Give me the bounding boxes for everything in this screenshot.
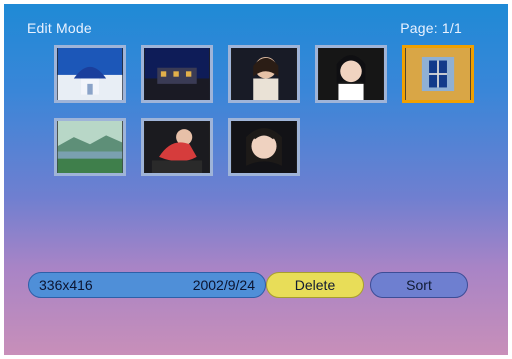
mode-title: Edit Mode xyxy=(27,20,92,36)
photo-woman-1-icon xyxy=(231,48,297,100)
page-indicator: Page: 1/1 xyxy=(400,20,462,36)
photo-blue-dome-icon xyxy=(57,48,123,100)
delete-button[interactable]: Delete xyxy=(266,272,364,298)
thumbnail-grid xyxy=(54,45,474,185)
thumbnail-landscape[interactable] xyxy=(54,118,126,176)
screen: Edit Mode Page: 1/1 336x416 2002/9/24 De… xyxy=(4,4,508,355)
photo-night-house-icon xyxy=(144,48,210,100)
image-resolution: 336x416 xyxy=(39,277,93,293)
sort-button[interactable]: Sort xyxy=(370,272,468,298)
thumbnail-window[interactable] xyxy=(402,45,474,103)
thumbnail-woman-2[interactable] xyxy=(315,45,387,103)
photo-woman-3-icon xyxy=(144,121,210,173)
photo-woman-4-icon xyxy=(231,121,297,173)
photo-window-icon xyxy=(405,48,471,100)
thumbnail-woman-1[interactable] xyxy=(228,45,300,103)
image-info-bar: 336x416 2002/9/24 xyxy=(28,272,266,298)
photo-landscape-icon xyxy=(57,121,123,173)
image-date: 2002/9/24 xyxy=(192,277,255,293)
thumbnail-woman-3[interactable] xyxy=(141,118,213,176)
thumbnail-night-house[interactable] xyxy=(141,45,213,103)
thumbnail-woman-4[interactable] xyxy=(228,118,300,176)
thumbnail-blue-dome[interactable] xyxy=(54,45,126,103)
photo-woman-2-icon xyxy=(318,48,384,100)
